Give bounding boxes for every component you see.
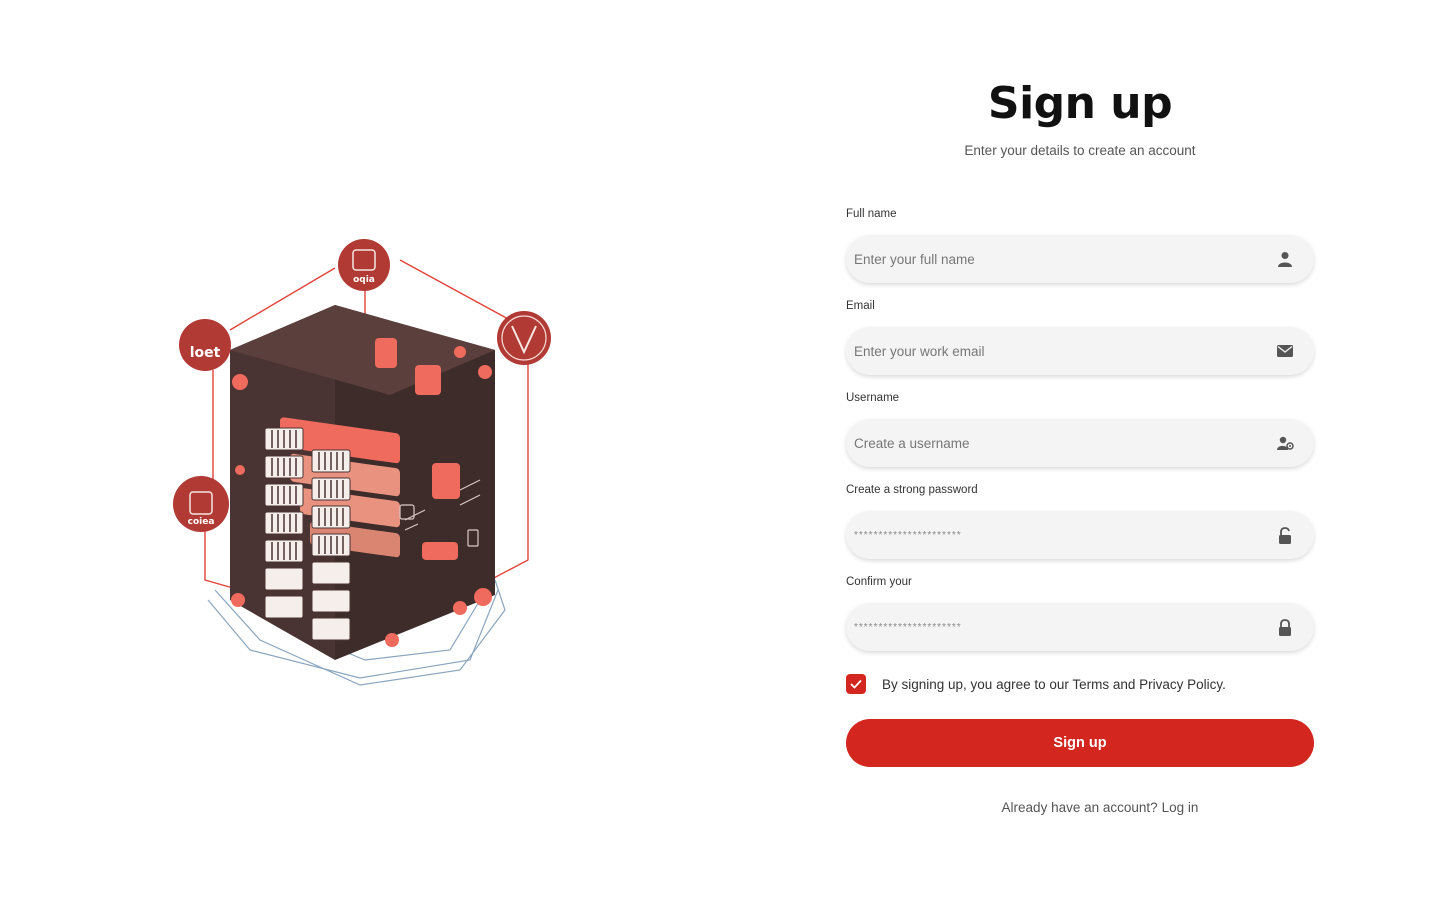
illustration-svg: oqia loet coiea	[173, 239, 551, 686]
terms-text: By signing up, you agree to our Terms an…	[882, 676, 1226, 692]
user-icon	[1276, 250, 1294, 268]
svg-text:coiea: coiea	[188, 517, 215, 527]
envelope-icon	[1276, 342, 1294, 360]
email-input[interactable]	[854, 343, 1276, 359]
username-field	[846, 419, 1314, 467]
user-settings-icon	[1276, 434, 1294, 452]
email-label: Email	[846, 300, 875, 312]
confirm-password-label: Confirm your	[846, 576, 912, 588]
password-label: Create a strong password	[846, 484, 978, 496]
terms-agreement-row: By signing up, you agree to our Terms an…	[846, 674, 1226, 694]
page-title: Sign up	[987, 78, 1173, 129]
checkmark-icon	[850, 679, 862, 689]
full-name-field	[846, 235, 1314, 283]
terms-checkbox[interactable]	[846, 674, 866, 694]
unlock-icon[interactable]	[1276, 526, 1294, 544]
sign-up-button[interactable]: Sign up	[846, 719, 1314, 767]
password-field	[846, 511, 1314, 559]
confirm-password-field	[846, 603, 1314, 651]
signup-page: oqia loet coiea Sign up Enter your detai…	[0, 0, 1440, 900]
full-name-label: Full name	[846, 208, 897, 220]
full-name-input[interactable]	[854, 251, 1276, 267]
svg-text:oqia: oqia	[353, 275, 375, 285]
password-input[interactable]	[854, 529, 1276, 541]
login-link[interactable]: Log in	[1162, 800, 1199, 815]
email-field	[846, 327, 1314, 375]
page-subtitle: Enter your details to create an account	[964, 143, 1196, 158]
svg-text:loet: loet	[190, 345, 221, 361]
server-rack-illustration: oqia loet coiea	[160, 230, 570, 700]
username-label: Username	[846, 392, 900, 404]
signup-form-panel: Sign up Enter your details to create an …	[845, 0, 1315, 900]
login-prompt: Already have an account? Log in	[845, 800, 1355, 815]
lock-icon[interactable]	[1276, 618, 1294, 636]
login-question: Already have an account?	[1001, 800, 1158, 815]
confirm-password-input[interactable]	[854, 621, 1276, 633]
username-input[interactable]	[854, 435, 1276, 451]
